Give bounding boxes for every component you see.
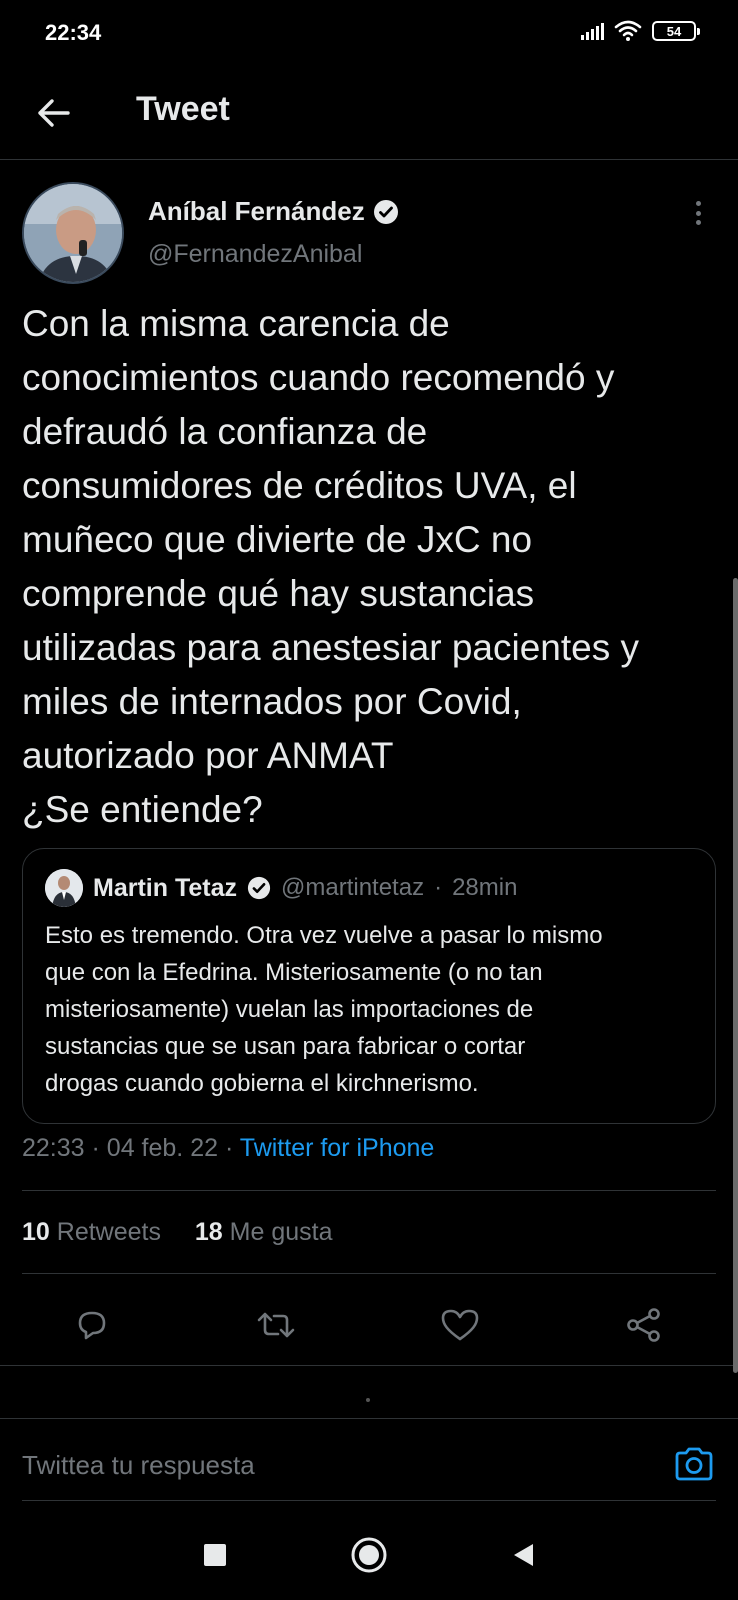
status-time: 22:34	[45, 20, 102, 45]
share-button[interactable]	[614, 1295, 674, 1355]
more-dot	[695, 220, 701, 225]
tweet-date: 04 feb. 22	[106, 1134, 219, 1162]
quoted-author-handle: @martintetaz	[281, 874, 425, 901]
quoted-time-ago: 28min	[452, 874, 518, 901]
retweets-count: 10	[22, 1218, 50, 1246]
avatar-image	[24, 184, 122, 282]
wifi-icon	[614, 20, 642, 41]
tweet-actions	[0, 1295, 738, 1355]
reply-button[interactable]	[62, 1295, 122, 1355]
retweets-label: Retweets	[56, 1218, 161, 1246]
more-options-button[interactable]	[686, 198, 710, 228]
battery-level: 54	[666, 23, 682, 39]
quoted-tweet-header: Martin Tetaz @martintetaz · 28min	[45, 869, 517, 907]
signal-icon	[581, 22, 604, 40]
divider	[22, 1273, 716, 1274]
tweet-meta: 22:33 · 04 feb. 22 · Twitter for iPhone	[22, 1134, 434, 1163]
recent-apps-button[interactable]	[192, 1532, 238, 1578]
share-icon	[627, 1308, 660, 1342]
separator-dot: ·	[91, 1134, 107, 1162]
tweet-time: 22:33	[22, 1134, 85, 1162]
quoted-tweet-text: Esto es tremendo. Otra vez vuelve a pasa…	[45, 922, 603, 1097]
retweet-icon	[257, 1312, 295, 1338]
like-icon	[441, 1309, 479, 1341]
camera-icon	[675, 1447, 713, 1481]
retweets-stat[interactable]: 10 Retweets	[22, 1218, 161, 1246]
system-back-button[interactable]	[500, 1532, 546, 1578]
divider	[0, 1365, 738, 1366]
system-nav-bar	[0, 1510, 738, 1600]
status-bar: 22:34 54	[0, 0, 738, 70]
like-button[interactable]	[430, 1295, 490, 1355]
arrow-left-icon	[38, 99, 70, 127]
divider	[22, 1500, 716, 1501]
separator-dot: ·	[224, 1134, 240, 1162]
status-icons: 54	[581, 20, 700, 42]
author-avatar[interactable]	[22, 182, 124, 284]
scrollbar-thumb[interactable]	[733, 578, 738, 1373]
likes-label: Me gusta	[229, 1218, 333, 1246]
back-button[interactable]	[30, 90, 76, 136]
battery-icon: 54	[652, 21, 700, 41]
back-triangle-icon	[514, 1544, 533, 1566]
quoted-author-name: Martin Tetaz	[93, 873, 237, 902]
home-button[interactable]	[346, 1532, 392, 1578]
verified-badge-icon	[247, 876, 271, 900]
home-icon	[351, 1537, 387, 1573]
author-handle[interactable]: @FernandezAnibal	[148, 240, 362, 269]
divider	[0, 1418, 738, 1419]
tweet-text: Con la misma carencia de conocimientos c…	[22, 303, 640, 830]
retweet-button[interactable]	[246, 1295, 306, 1355]
likes-stat[interactable]: 18 Me gusta	[195, 1218, 333, 1246]
more-dot	[695, 210, 701, 216]
tweet-source-link[interactable]: Twitter for iPhone	[240, 1134, 435, 1162]
author-name[interactable]: Aníbal Fernández	[148, 196, 399, 227]
recent-apps-icon	[204, 1544, 226, 1566]
quoted-tweet-card[interactable]: Martin Tetaz @martintetaz · 28min Esto e…	[22, 848, 716, 1124]
header: Tweet	[0, 70, 738, 160]
likes-count: 18	[194, 1218, 223, 1246]
quoted-author-avatar	[45, 869, 83, 907]
separator-dot: ·	[434, 874, 443, 901]
divider	[22, 1190, 716, 1191]
more-dot	[695, 201, 701, 206]
loading-indicator	[366, 1398, 370, 1402]
verified-badge-icon	[373, 199, 398, 224]
camera-button[interactable]	[672, 1442, 716, 1486]
page-title: Tweet	[136, 90, 230, 128]
reply-icon	[78, 1311, 106, 1340]
author-name-text: Aníbal Fernández	[148, 196, 365, 226]
reply-input[interactable]	[22, 1440, 652, 1490]
tweet-stats: 10 Retweets 18 Me gusta	[22, 1218, 333, 1247]
